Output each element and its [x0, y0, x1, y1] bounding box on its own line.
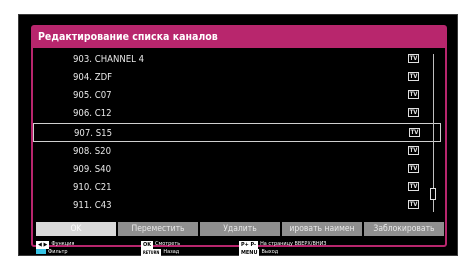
channel-name: 905. C07	[73, 90, 112, 101]
arrow-keys-icon: ◀ ▶	[36, 241, 50, 249]
legend-return: RETURN Назад	[141, 249, 179, 257]
legend-function: ◀ ▶ Функция	[36, 241, 74, 249]
tv-icon: TV	[408, 146, 419, 155]
channel-name: 904. ZDF	[73, 72, 113, 83]
rename-button[interactable]: ировать наимен	[282, 222, 362, 236]
channel-row[interactable]: 906. C12 TV	[33, 104, 441, 123]
tv-icon: TV	[408, 182, 419, 191]
blue-key-icon	[36, 249, 46, 254]
ok-key-icon: OK	[141, 241, 154, 249]
channel-row[interactable]: 903. CHANNEL 4 TV	[33, 50, 441, 69]
return-key-icon: RETURN	[141, 249, 162, 257]
channel-name: 910. C21	[73, 182, 112, 193]
tv-icon: TV	[408, 164, 419, 173]
legend-filter-label: Фильтр	[48, 249, 68, 255]
channel-name: 911. C43	[73, 200, 112, 211]
page-keys-icon: P+ P-	[239, 241, 259, 249]
channel-row[interactable]: 911. C43 TV	[33, 196, 441, 215]
lock-button[interactable]: Заблокировать	[364, 222, 444, 236]
legend-function-label: Функция	[51, 241, 75, 247]
tv-icon: TV	[408, 108, 419, 117]
dialog-title: Редактирование списка каналов	[33, 27, 445, 48]
channel-name: 907. S15	[74, 128, 113, 139]
tv-icon: TV	[409, 128, 420, 137]
channel-list: 903. CHANNEL 4 TV 904. ZDF TV 905. C07 T…	[33, 50, 445, 216]
tv-screen: Редактирование списка каналов 903. CHANN…	[18, 14, 458, 257]
move-button[interactable]: Переместить	[118, 222, 198, 236]
legend-page: P+ P- На страницу ВВЕРХ/ВНИЗ	[239, 241, 326, 249]
legend-menu: MENU Выход	[239, 249, 278, 257]
channel-list-dialog: Редактирование списка каналов 903. CHANN…	[31, 25, 447, 257]
delete-button[interactable]: Удалить	[200, 222, 280, 236]
channel-row[interactable]: 910. C21 TV	[33, 178, 441, 197]
channel-name: 909. S40	[73, 164, 112, 175]
key-legend: ◀ ▶ Функция Фильтр OK Смотреть RETURN Назад…	[33, 239, 445, 263]
legend-return-label: Назад	[163, 249, 180, 255]
channel-name: 908. S20	[73, 146, 112, 157]
legend-ok-label: Смотреть	[155, 241, 181, 247]
tv-icon: TV	[408, 54, 419, 63]
channel-row[interactable]: 904. ZDF TV	[33, 68, 441, 87]
scrollbar[interactable]	[429, 54, 439, 212]
legend-page-label: На страницу ВВЕРХ/ВНИЗ	[260, 241, 327, 247]
legend-filter: Фильтр	[36, 249, 68, 256]
channel-row[interactable]: 908. S20 TV	[33, 142, 441, 161]
channel-name: 903. CHANNEL 4	[73, 54, 145, 65]
scroll-thumb[interactable]	[430, 188, 436, 200]
action-bar: OK Переместить Удалить ировать наимен За…	[33, 222, 445, 236]
channel-row[interactable]: 905. C07 TV	[33, 86, 441, 105]
channel-row-selected[interactable]: 907. S15 TV	[33, 123, 441, 142]
channel-row[interactable]: 909. S40 TV	[33, 160, 441, 179]
legend-ok: OK Смотреть	[141, 241, 180, 249]
tv-icon: TV	[408, 72, 419, 81]
menu-key-icon: MENU	[239, 249, 260, 257]
tv-icon: TV	[408, 90, 419, 99]
channel-name: 906. C12	[73, 108, 112, 119]
legend-menu-label: Выход	[261, 249, 279, 255]
tv-icon: TV	[408, 200, 419, 209]
ok-button[interactable]: OK	[36, 222, 116, 236]
